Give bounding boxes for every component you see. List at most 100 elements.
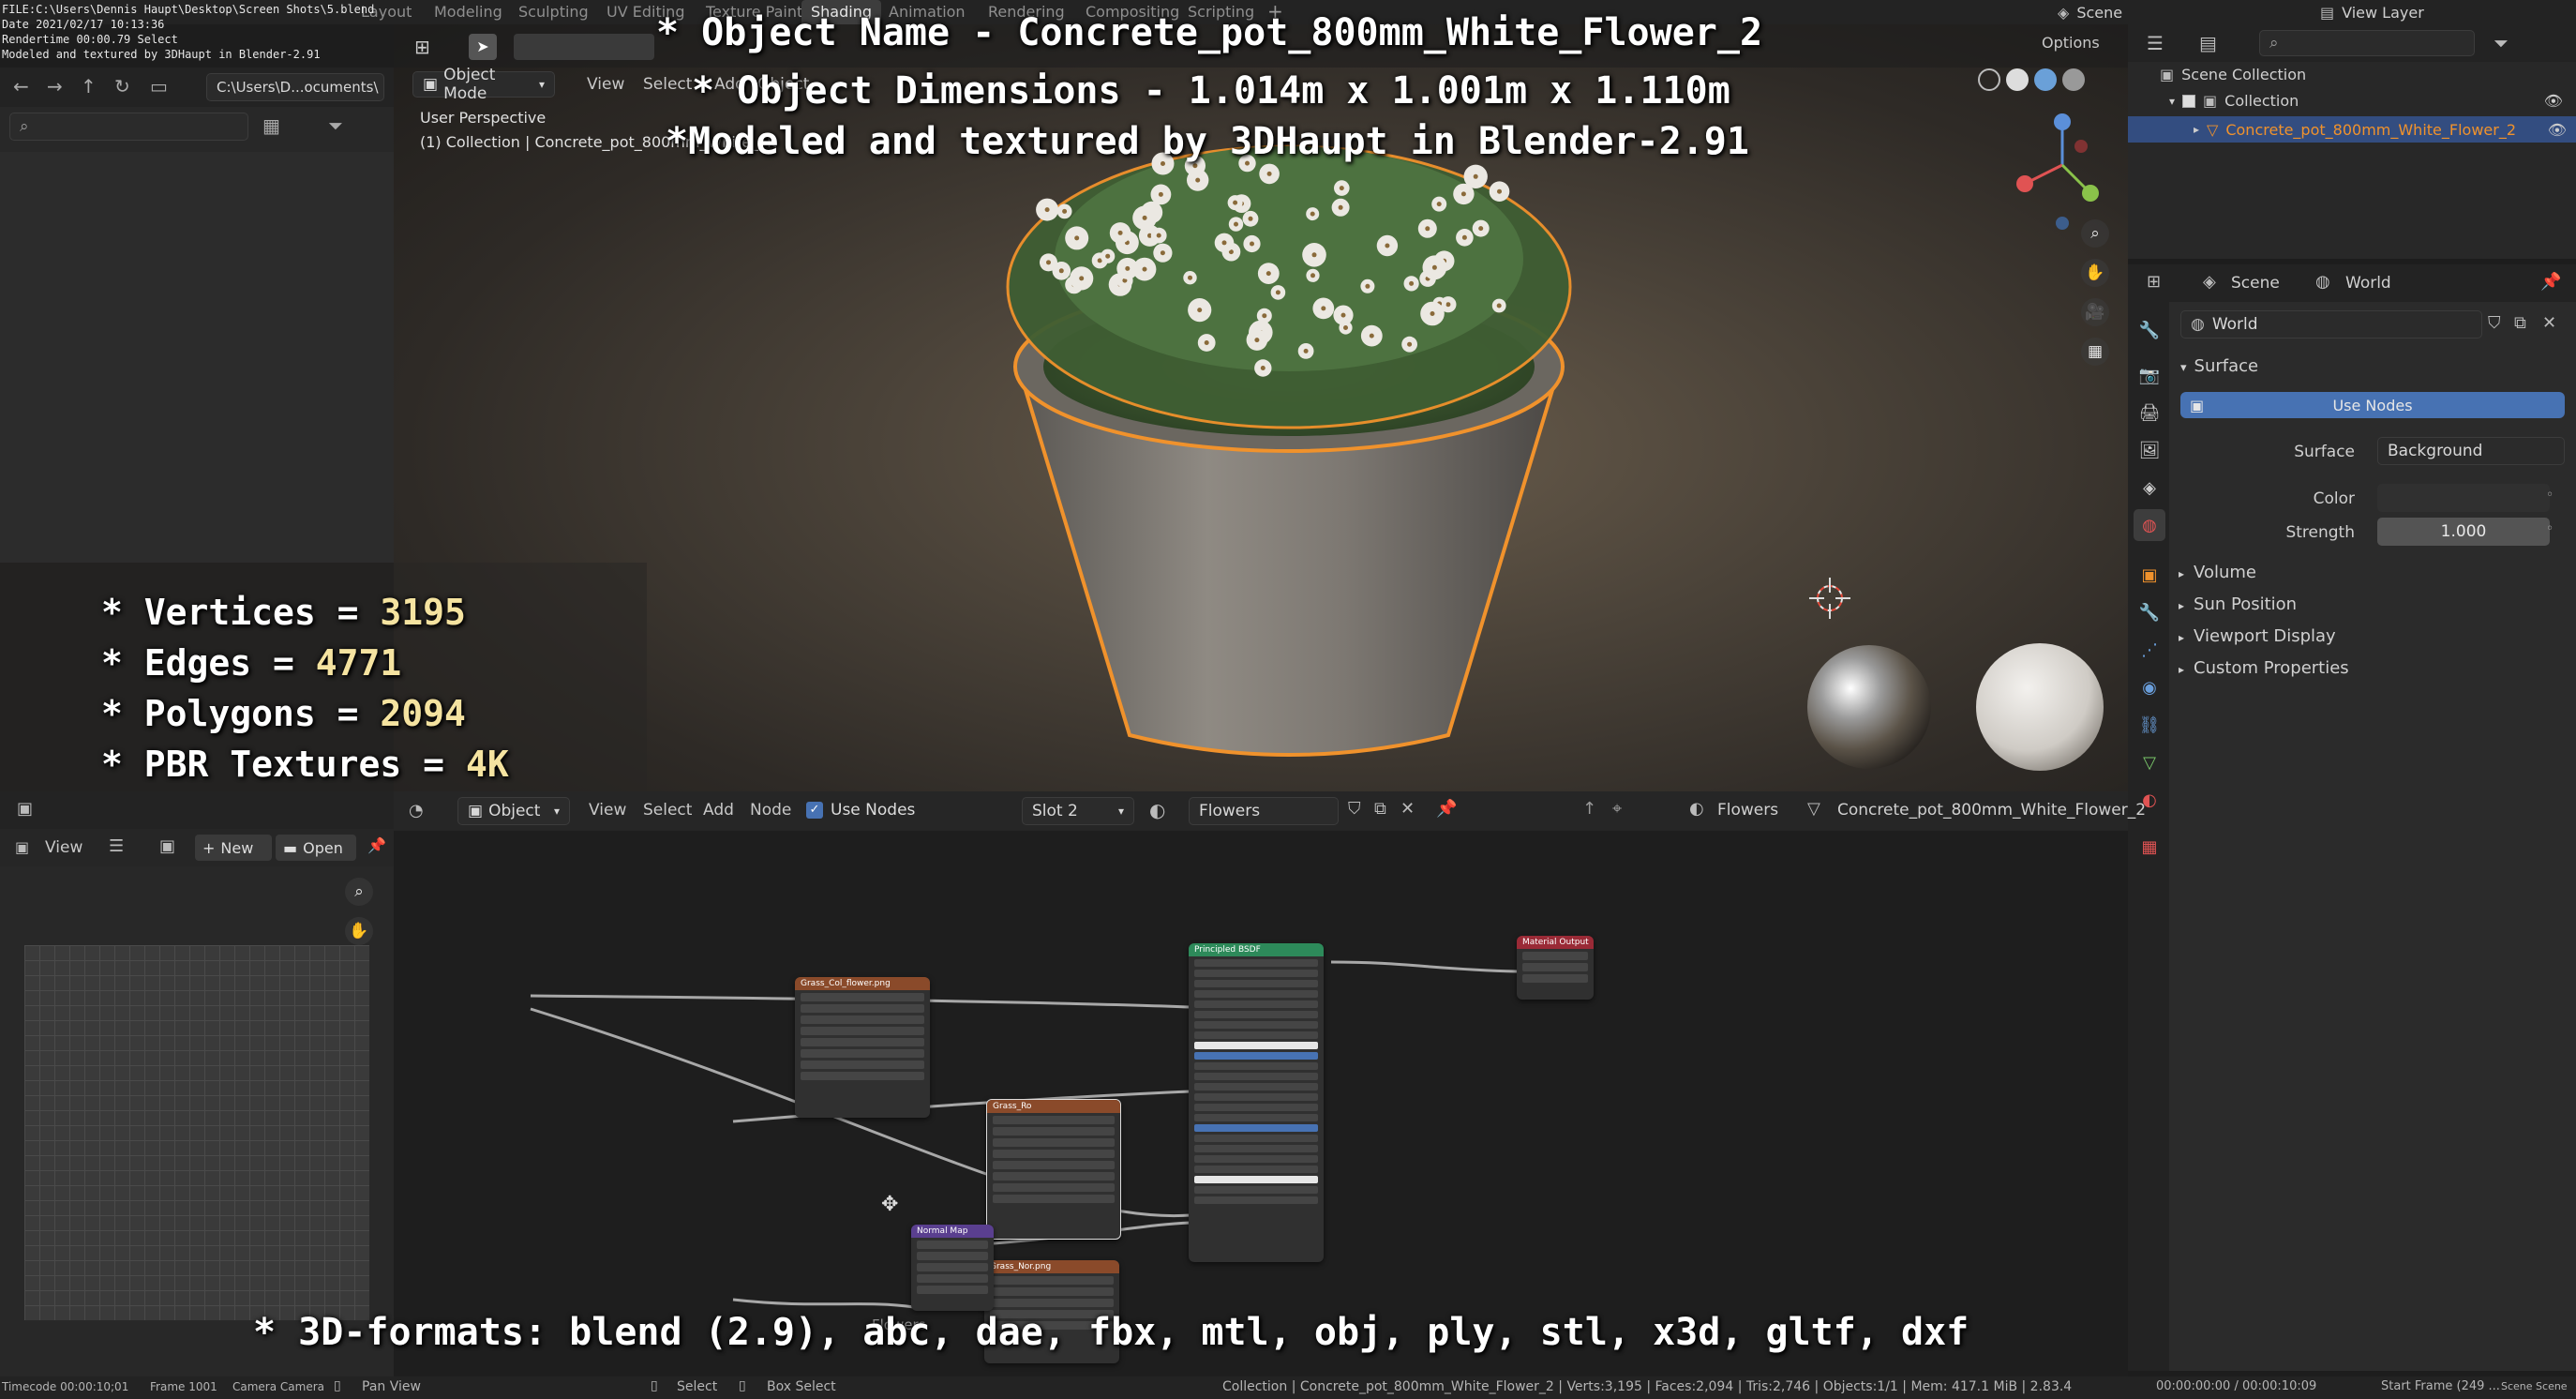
- world-selector[interactable]: ◍ World: [2180, 310, 2482, 338]
- close-icon[interactable]: ✕: [1400, 799, 1415, 819]
- fake-user-icon[interactable]: ⛉: [1348, 799, 1361, 819]
- camera-view-icon[interactable]: 🎥: [2081, 298, 2109, 326]
- node-menu-select[interactable]: Select: [643, 801, 692, 820]
- fake-user-icon[interactable]: ⛉: [2488, 313, 2501, 333]
- zoom-icon[interactable]: ⌕: [2081, 219, 2109, 248]
- breadcrumb-world[interactable]: World: [2345, 274, 2391, 293]
- node-principled-bsdf[interactable]: Principled BSDF: [1189, 943, 1324, 1262]
- node-field: [1194, 1145, 1318, 1152]
- file-list-area[interactable]: [0, 152, 394, 563]
- outliner-row-scene-collection[interactable]: ▣ Scene Collection: [2160, 66, 2306, 83]
- render-tab-icon[interactable]: 📷: [2134, 359, 2165, 391]
- display-mode-icon[interactable]: ▦: [262, 114, 280, 137]
- view-layer-tab-icon[interactable]: 🖼: [2134, 434, 2165, 466]
- filter-icon[interactable]: ⏷: [2494, 32, 2509, 54]
- file-path-field[interactable]: C:\Users\D...ocuments\: [206, 73, 384, 101]
- object-tab-icon[interactable]: ▣: [2134, 559, 2165, 591]
- material-browse-icon[interactable]: ◐: [1149, 799, 1165, 821]
- navigation-gizmo[interactable]: [2016, 113, 2099, 230]
- outliner-row-collection[interactable]: ▾ ▣ Collection 👁: [2169, 92, 2572, 110]
- panel-viewport-display[interactable]: ▸ Viewport Display: [2179, 626, 2349, 658]
- close-icon[interactable]: ✕: [2542, 313, 2556, 333]
- parent-node-tree-icon[interactable]: ↑: [1582, 799, 1596, 819]
- hamburger-icon[interactable]: ☰: [109, 836, 124, 856]
- node-menu-node[interactable]: Node: [750, 801, 791, 820]
- back-icon[interactable]: ←: [13, 75, 29, 98]
- file-search-input[interactable]: ⌕: [9, 113, 248, 141]
- physics-tab-icon[interactable]: ◉: [2134, 671, 2165, 703]
- new-folder-icon[interactable]: ▭: [150, 75, 168, 98]
- node-normal-map[interactable]: Normal Map: [911, 1225, 994, 1311]
- editor-type-icon[interactable]: ◔: [409, 801, 424, 820]
- material-name-field[interactable]: Flowers: [1189, 797, 1339, 825]
- panel-sun-position[interactable]: ▸ Sun Position: [2179, 594, 2349, 626]
- keyframe-dot-icon[interactable]: ◦: [2546, 488, 2554, 503]
- breadcrumb-scene[interactable]: Scene: [2231, 274, 2280, 293]
- duplicate-icon[interactable]: ⧉: [2514, 313, 2526, 333]
- pan-hand-icon[interactable]: ✋: [2081, 259, 2109, 287]
- outliner-row-object[interactable]: ▸ ▽ Concrete_pot_800mm_White_Flower_2 👁: [2128, 116, 2576, 143]
- image-canvas-grid-lower[interactable]: [24, 1140, 369, 1320]
- keyframe-dot-icon[interactable]: ◦: [2546, 521, 2554, 536]
- snap-icon[interactable]: ⌖: [1612, 799, 1622, 819]
- filter-icon[interactable]: ⏷: [328, 114, 343, 137]
- node-menu-view[interactable]: View: [589, 801, 626, 820]
- texture-tab-icon[interactable]: ▦: [2134, 831, 2165, 863]
- pin-icon[interactable]: 📌: [1436, 799, 1457, 819]
- image-browse-icon[interactable]: ▣: [159, 836, 175, 856]
- use-nodes-button[interactable]: ▣ Use Nodes: [2180, 392, 2565, 418]
- editor-type-icon[interactable]: ▣: [17, 799, 33, 819]
- workspace-tab-modeling[interactable]: Modeling: [425, 0, 512, 24]
- chevron-down-icon[interactable]: ▾: [2169, 95, 2175, 108]
- tool-tab-icon[interactable]: 🔧: [2134, 314, 2165, 346]
- surface-dropdown[interactable]: Background: [2377, 437, 2565, 465]
- display-mode-icon[interactable]: ▤: [2199, 32, 2217, 54]
- chevron-right-icon[interactable]: ▸: [2194, 123, 2199, 136]
- slot-dropdown[interactable]: Slot 2 ▾: [1022, 797, 1134, 825]
- material-crumb[interactable]: Flowers: [1717, 801, 1778, 820]
- panel-volume[interactable]: ▸ Volume: [2179, 563, 2349, 594]
- forward-icon[interactable]: →: [47, 75, 63, 98]
- node-image-texture-roughness[interactable]: Grass_Ro: [986, 1099, 1121, 1240]
- modifier-tab-icon[interactable]: 🔧: [2134, 596, 2165, 628]
- scene-selector[interactable]: ◈ Scene: [2058, 2, 2236, 23]
- image-canvas-grid[interactable]: [24, 945, 369, 1140]
- workspace-tab-sculpting[interactable]: Sculpting: [509, 0, 598, 24]
- image-view-menu[interactable]: View: [45, 838, 82, 857]
- color-swatch[interactable]: [2377, 484, 2550, 512]
- flower-center: [1425, 226, 1430, 232]
- properties-editor-icon[interactable]: ⊞: [2147, 272, 2161, 292]
- view-layer-selector[interactable]: ▤ View Layer: [2320, 2, 2545, 23]
- output-tab-icon[interactable]: 🖨: [2134, 397, 2165, 429]
- node-image-texture-color[interactable]: Grass_Col_flower.png: [795, 977, 930, 1118]
- world-tab-icon[interactable]: ◍: [2134, 509, 2165, 541]
- object-crumb[interactable]: Concrete_pot_800mm_White_Flower_2: [1837, 801, 2146, 820]
- stat-value: 2094: [380, 693, 466, 734]
- outliner-editor-icon[interactable]: ☰: [2147, 32, 2164, 54]
- scene-tab-icon[interactable]: ◈: [2134, 472, 2165, 504]
- panel-custom-properties[interactable]: ▸ Custom Properties: [2179, 658, 2349, 690]
- zoom-icon[interactable]: ⌕: [345, 878, 373, 906]
- image-open-button[interactable]: ▬ Open: [276, 835, 356, 861]
- pan-hand-icon[interactable]: ✋: [345, 917, 373, 945]
- eye-icon[interactable]: 👁: [2548, 121, 2567, 139]
- grid-view-icon[interactable]: ▦: [2081, 338, 2109, 366]
- strength-field[interactable]: 1.000: [2377, 518, 2550, 546]
- refresh-icon[interactable]: ↻: [114, 75, 130, 98]
- image-new-button[interactable]: + New: [195, 835, 272, 861]
- pin-icon[interactable]: 📌: [367, 836, 386, 854]
- eye-icon[interactable]: 👁: [2544, 92, 2563, 110]
- node-material-output[interactable]: Material Output: [1517, 936, 1594, 1000]
- use-nodes-checkbox[interactable]: ✓ Use Nodes: [806, 801, 915, 820]
- parent-dir-icon[interactable]: ↑: [81, 75, 97, 98]
- checkbox-icon[interactable]: [2182, 94, 2196, 108]
- duplicate-icon[interactable]: ⧉: [1374, 799, 1386, 819]
- outliner-search-input[interactable]: ⌕: [2259, 30, 2475, 56]
- particles-tab-icon[interactable]: ⋰: [2134, 634, 2165, 666]
- data-tab-icon[interactable]: ▽: [2134, 746, 2165, 778]
- constraints-tab-icon[interactable]: ⛓: [2134, 709, 2165, 741]
- surface-panel-header[interactable]: ▾ Surface: [2180, 356, 2258, 376]
- shader-type-dropdown[interactable]: ▣ Object ▾: [457, 797, 570, 825]
- node-menu-add[interactable]: Add: [703, 801, 734, 820]
- pin-icon[interactable]: 📌: [2540, 272, 2561, 292]
